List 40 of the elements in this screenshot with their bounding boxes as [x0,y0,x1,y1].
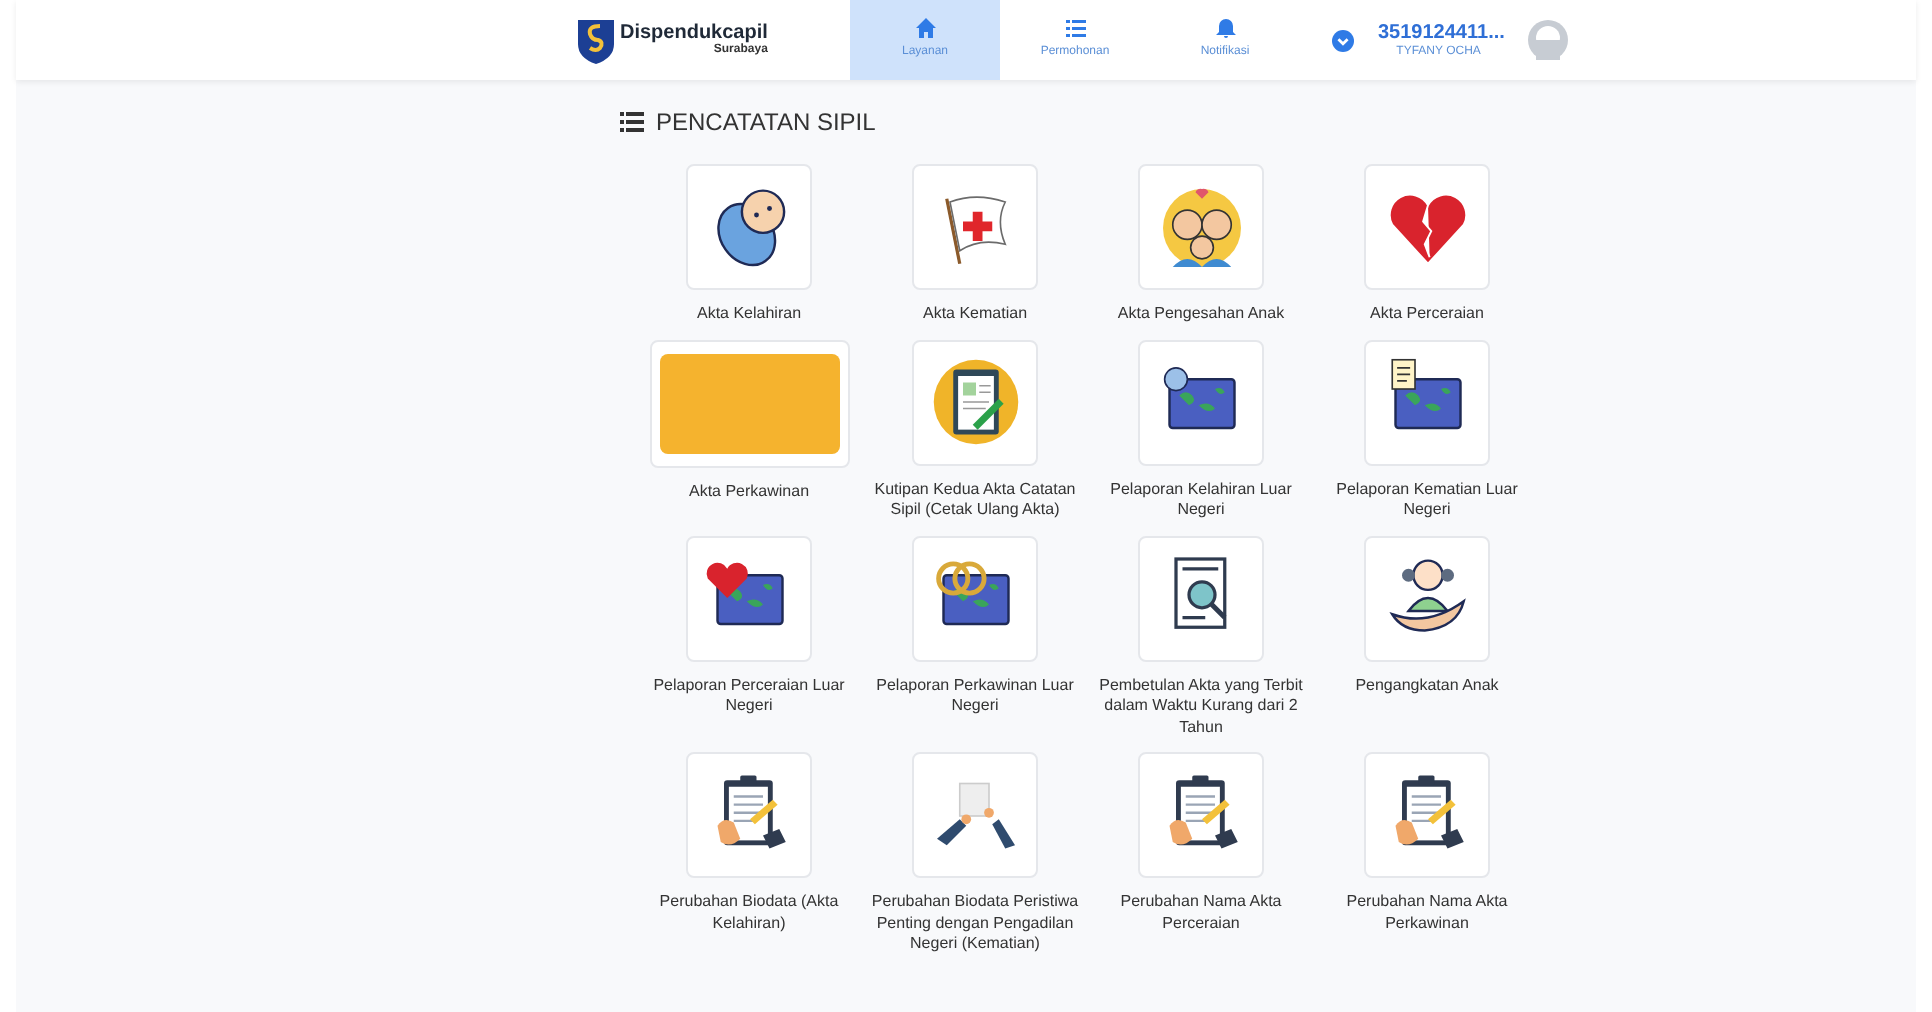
section-title: PENCATATAN SIPIL [656,106,876,140]
list-icon [620,112,644,132]
service-tile[interactable] [1138,339,1264,465]
service-tile[interactable] [1138,535,1264,661]
service-label[interactable]: Perubahan Nama Akta Perceraian [1093,892,1309,934]
service-label[interactable]: Pelaporan Perkawinan Luar Negeri [867,675,1083,717]
service-label[interactable]: Pembetulan Akta yang Terbit dalam Waktu Kurang dari 2 Tahun [1093,675,1309,738]
brand-name: Dispendukcapil [620,24,768,44]
service-label[interactable]: Perubahan Biodata Peristiwa Penting dengan Pengadilan Negeri (Kematian) [867,892,1083,955]
home-icon [915,18,935,38]
service-tile[interactable] [1364,535,1490,661]
service-tile[interactable] [686,164,812,290]
service-label[interactable]: Kutipan Kedua Akta Catatan Sipil (Cetak Ulang Akta) [867,479,1083,521]
service-tile[interactable] [1364,752,1490,878]
service-label[interactable]: Akta Kelahiran [641,304,857,325]
shield-logo-icon [576,16,616,64]
service-label[interactable]: Pelaporan Kematian Luar Negeri [1319,479,1535,521]
service-label[interactable]: Akta Pengesahan Anak [1093,304,1309,325]
service-tile[interactable] [912,164,1038,290]
bell-icon [1215,18,1235,38]
service-label[interactable]: Akta Kematian [867,304,1083,325]
service-tile[interactable] [912,752,1038,878]
service-tile[interactable] [912,535,1038,661]
service-tile[interactable] [912,339,1038,465]
list-icon [1065,18,1085,38]
service-tile[interactable] [1138,164,1264,290]
user-id: 3519124411... [1378,23,1505,43]
service-tile[interactable] [1364,164,1490,290]
service-label[interactable]: Akta Perkawinan [641,481,857,502]
service-tile[interactable] [686,535,812,661]
service-label[interactable]: Perubahan Biodata (Akta Kelahiran) [641,892,857,934]
service-tile[interactable] [1138,752,1264,878]
service-tile[interactable] [1364,339,1490,465]
service-tile[interactable] [686,752,812,878]
service-label[interactable]: Akta Perceraian [1319,304,1535,325]
chevron-down-icon[interactable] [1332,29,1354,51]
service-label[interactable]: Pengangkatan Anak [1319,675,1535,696]
service-label[interactable]: Pelaporan Perceraian Luar Negeri [641,675,857,717]
service-label[interactable]: Pelaporan Kelahiran Luar Negeri [1093,479,1309,521]
service-label[interactable]: Perubahan Nama Akta Perkawinan [1319,892,1535,934]
